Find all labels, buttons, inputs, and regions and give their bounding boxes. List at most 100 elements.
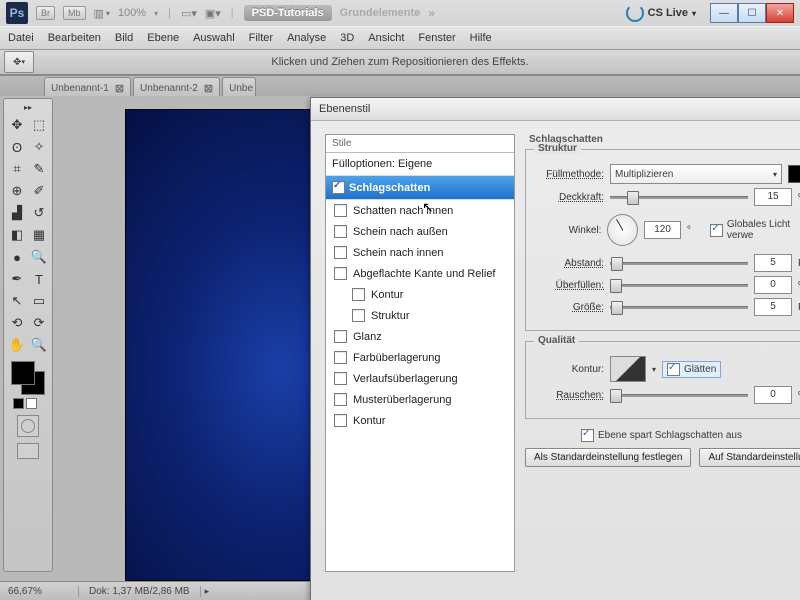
style-inner-glow[interactable]: Schein nach innen [326, 242, 514, 263]
lasso-tool[interactable]: ʘ [7, 137, 27, 157]
opacity-label: Deckkraft: [534, 192, 604, 203]
contour-preview[interactable] [610, 356, 646, 382]
blend-mode-select[interactable]: Multiplizieren▾ [610, 164, 782, 184]
close-icon[interactable]: ⊠ [115, 82, 124, 95]
noise-slider[interactable] [610, 388, 748, 402]
3d-tool[interactable]: ⟲ [7, 313, 27, 333]
path-select-tool[interactable]: ↖ [7, 291, 27, 311]
shape-tool[interactable]: ▭ [29, 291, 49, 311]
status-docsize[interactable]: Dok: 1,37 MB/2,86 MB [79, 586, 201, 597]
distance-slider[interactable] [610, 256, 748, 270]
eraser-tool[interactable]: ◧ [7, 225, 27, 245]
minimize-button[interactable]: — [710, 3, 738, 23]
spread-value[interactable]: 0 [754, 276, 792, 294]
menu-auswahl[interactable]: Auswahl [193, 32, 235, 44]
eyedropper-tool[interactable]: ✎ [29, 159, 49, 179]
type-tool[interactable]: T [29, 269, 49, 289]
3d-camera-tool[interactable]: ⟳ [29, 313, 49, 333]
move-tool[interactable]: ✥ [7, 115, 27, 135]
maximize-button[interactable]: ☐ [738, 3, 766, 23]
noise-value[interactable]: 0 [754, 386, 792, 404]
status-zoom[interactable]: 66,67% [0, 586, 79, 597]
zoom-tool[interactable]: 🔍 [29, 335, 49, 355]
fill-options[interactable]: Fülloptionen: Eigene [326, 153, 514, 176]
global-light-checkbox[interactable]: Globales Licht verwe [710, 219, 800, 241]
size-value[interactable]: 5 [754, 298, 792, 316]
marquee-tool[interactable]: ⬚ [29, 115, 49, 135]
distance-value[interactable]: 5 [754, 254, 792, 272]
quickmask-toggle[interactable] [17, 415, 39, 437]
blur-tool[interactable]: ● [7, 247, 27, 267]
angle-dial[interactable] [607, 214, 638, 246]
options-hint: Klicken und Ziehen zum Repositionieren d… [0, 56, 800, 68]
gradient-tool[interactable]: ▦ [29, 225, 49, 245]
workspace-grundelemente[interactable]: Grundelemente [340, 7, 421, 19]
doc-tab-1[interactable]: Unbenannt-1⊠ [44, 77, 131, 98]
foreground-color[interactable] [11, 361, 35, 385]
menu-datei[interactable]: Datei [8, 32, 34, 44]
stamp-tool[interactable]: ▟ [7, 203, 27, 223]
arrange-dropdown[interactable]: ▭▾ [181, 7, 197, 20]
screenmode-toggle[interactable] [17, 443, 39, 459]
opacity-value[interactable]: 15 [754, 188, 792, 206]
menu-fenster[interactable]: Fenster [418, 32, 455, 44]
top-area: Ps Br Mb ▥▾ 100%▾ | ▭▾ ▣▾ | PSD-Tutorial… [0, 0, 800, 76]
close-button[interactable]: ✕ [766, 3, 794, 23]
menu-filter[interactable]: Filter [249, 32, 273, 44]
spread-slider[interactable] [610, 278, 748, 292]
knockout-checkbox[interactable]: Ebene spart Schlagschatten aus [581, 429, 800, 442]
crop-tool[interactable]: ⌗ [7, 159, 27, 179]
menu-analyse[interactable]: Analyse [287, 32, 326, 44]
menu-bild[interactable]: Bild [115, 32, 133, 44]
dialog-title[interactable]: Ebenenstil [311, 98, 800, 121]
shadow-color[interactable] [788, 165, 800, 183]
angle-value[interactable]: 120 [644, 221, 681, 239]
zoom-level[interactable]: 100% [118, 7, 146, 19]
bridge-button[interactable]: Br [36, 6, 55, 20]
menu-ansicht[interactable]: Ansicht [368, 32, 404, 44]
antialias-checkbox[interactable]: Glätten [662, 361, 721, 378]
history-brush-tool[interactable]: ↺ [29, 203, 49, 223]
style-bevel[interactable]: Abgeflachte Kante und Relief [326, 263, 514, 284]
color-swatches[interactable] [11, 361, 45, 395]
pen-tool[interactable]: ✒ [7, 269, 27, 289]
cs-live-button[interactable]: CS Live▾ [626, 4, 696, 22]
style-outer-glow[interactable]: Schein nach außen [326, 221, 514, 242]
doc-tab-2[interactable]: Unbenannt-2⊠ [133, 77, 220, 98]
reset-default-button[interactable]: Auf Standardeinstellun [699, 448, 800, 467]
view-extras-dropdown[interactable]: ▥▾ [94, 7, 110, 20]
heal-tool[interactable]: ⊕ [7, 181, 27, 201]
menu-bearbeiten[interactable]: Bearbeiten [48, 32, 101, 44]
style-bevel-contour[interactable]: Kontur [326, 284, 514, 305]
style-stroke[interactable]: Kontur [326, 410, 514, 431]
style-settings: Schlagschatten Struktur Füllmethode: Mul… [515, 120, 800, 600]
workspace-psd-tutorials[interactable]: PSD-Tutorials [244, 5, 332, 21]
hand-tool[interactable]: ✋ [7, 335, 27, 355]
make-default-button[interactable]: Als Standardeinstellung festlegen [525, 448, 691, 467]
distance-label: Abstand: [534, 258, 604, 269]
toolbox: ▸▸ ✥⬚ ʘ✧ ⌗✎ ⊕✐ ▟↺ ◧▦ ●🔍 ✒T ↖▭ ⟲⟳ ✋🔍 [3, 98, 53, 572]
style-inner-shadow[interactable]: Schatten nach innen [326, 200, 514, 221]
opacity-slider[interactable] [610, 190, 748, 204]
style-color-overlay[interactable]: Farbüberlagerung [326, 347, 514, 368]
menu-ebene[interactable]: Ebene [147, 32, 179, 44]
wand-tool[interactable]: ✧ [29, 137, 49, 157]
style-pattern-overlay[interactable]: Musterüberlagerung [326, 389, 514, 410]
style-drop-shadow[interactable]: Schlagschatten [326, 176, 514, 200]
style-satin[interactable]: Glanz [326, 326, 514, 347]
size-slider[interactable] [610, 300, 748, 314]
menu-hilfe[interactable]: Hilfe [470, 32, 492, 44]
menu-3d[interactable]: 3D [340, 32, 354, 44]
layer-style-dialog: Ebenenstil Stile Fülloptionen: Eigene Sc… [310, 97, 800, 600]
toolbox-collapse-icon[interactable]: ▸▸ [24, 103, 32, 112]
styles-header: Stile [326, 135, 514, 153]
brush-tool[interactable]: ✐ [29, 181, 49, 201]
doc-tab-3[interactable]: Unbe [222, 77, 256, 98]
spread-label: Überfüllen: [534, 280, 604, 291]
style-gradient-overlay[interactable]: Verlaufsüberlagerung [326, 368, 514, 389]
dodge-tool[interactable]: 🔍 [29, 247, 49, 267]
minibridge-button[interactable]: Mb [63, 6, 86, 20]
style-bevel-texture[interactable]: Struktur [326, 305, 514, 326]
screen-mode-dropdown[interactable]: ▣▾ [205, 7, 221, 20]
close-icon[interactable]: ⊠ [204, 82, 213, 95]
